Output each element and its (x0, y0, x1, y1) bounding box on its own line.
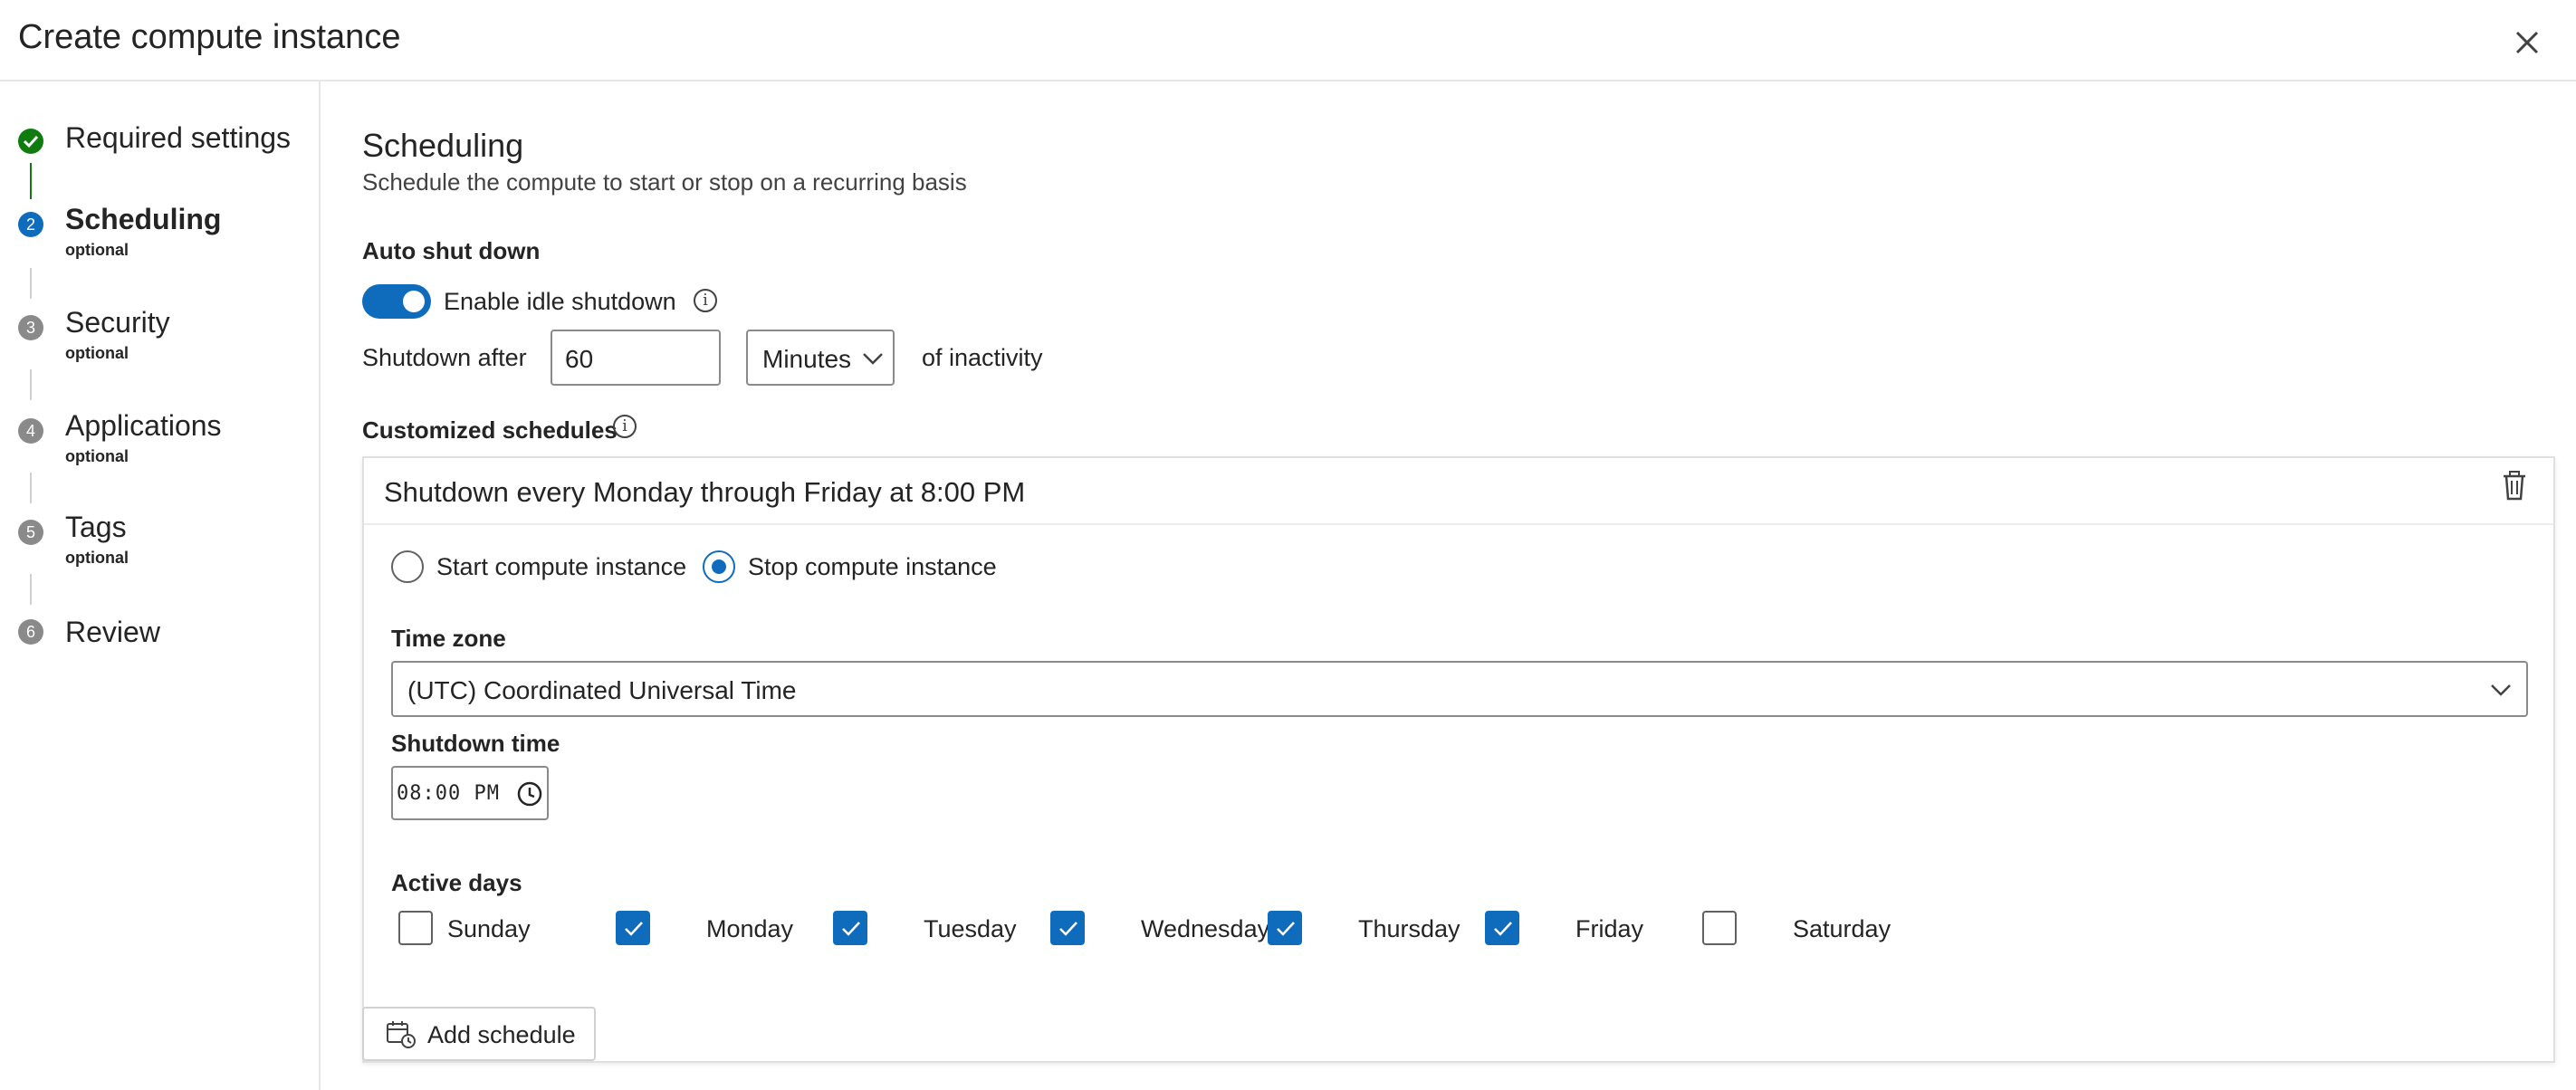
schedule-card-header: Shutdown every Monday through Friday at … (364, 458, 2553, 525)
checkmark-icon (18, 129, 43, 154)
tuesday-checkbox[interactable] (833, 911, 867, 945)
start-compute-label: Start compute instance (436, 553, 687, 580)
friday-checkbox[interactable] (1485, 911, 1519, 945)
step-sublabel: optional (65, 549, 129, 567)
section-title: Scheduling (362, 127, 524, 164)
start-compute-radio[interactable] (391, 550, 424, 583)
info-icon[interactable]: i (613, 415, 637, 438)
stop-compute-label: Stop compute instance (748, 553, 997, 580)
close-button[interactable] (2510, 25, 2544, 60)
step-connector (30, 163, 32, 199)
step-security[interactable]: 3 Security optional (0, 306, 321, 369)
stop-compute-radio[interactable] (703, 550, 735, 583)
shutdown-after-value: 60 (565, 345, 594, 373)
close-icon (2515, 31, 2539, 54)
step-label: Tags (65, 511, 127, 543)
step-connector (30, 473, 32, 503)
dialog-title: Create compute instance (18, 18, 401, 56)
timezone-value: (UTC) Coordinated Universal Time (407, 676, 797, 704)
step-tags[interactable]: 5 Tags optional (0, 511, 321, 574)
timezone-dropdown[interactable]: (UTC) Coordinated Universal Time (391, 661, 2528, 717)
sunday-checkbox[interactable] (398, 911, 433, 945)
add-schedule-label: Add schedule (427, 1021, 576, 1048)
step-label: Applications (65, 409, 222, 442)
step-number: 5 (18, 520, 43, 545)
step-required-settings[interactable]: Required settings (0, 121, 321, 167)
trash-icon[interactable] (2501, 471, 2528, 502)
step-number: 6 (18, 619, 43, 645)
thursday-label: Thursday (1358, 915, 1460, 942)
chevron-down-icon (863, 353, 883, 365)
section-description: Schedule the compute to start or stop on… (362, 168, 967, 196)
wednesday-label: Wednesday (1141, 915, 1270, 942)
step-number: 2 (18, 212, 43, 237)
friday-label: Friday (1575, 915, 1644, 942)
chevron-down-icon (2491, 684, 2511, 696)
step-sublabel: optional (65, 447, 129, 465)
shutdown-time-value: 08:00 PM (397, 782, 500, 805)
wednesday-checkbox[interactable] (1050, 911, 1085, 945)
tuesday-label: Tuesday (924, 915, 1017, 942)
step-sublabel: optional (65, 241, 129, 259)
saturday-checkbox[interactable] (1702, 911, 1737, 945)
shutdown-after-input[interactable]: 60 (551, 330, 721, 386)
shutdown-time-input[interactable]: 08:00 PM (391, 766, 549, 820)
step-label: Scheduling (65, 203, 222, 235)
step-label: Security (65, 306, 170, 339)
unit-value: Minutes (762, 345, 852, 373)
sunday-label: Sunday (447, 915, 531, 942)
calendar-add-icon (387, 1021, 416, 1048)
timezone-label: Time zone (391, 625, 506, 652)
step-label: Review (65, 616, 160, 648)
customized-schedules-heading: Customized schedules (362, 416, 618, 444)
step-applications[interactable]: 4 Applications optional (0, 409, 321, 473)
idle-shutdown-toggle[interactable] (362, 284, 431, 319)
shutdown-time-label: Shutdown time (391, 730, 560, 757)
step-review[interactable]: 6 Review (0, 616, 321, 661)
toggle-label: Enable idle shutdown (444, 288, 676, 315)
dialog-header: Create compute instance (0, 0, 2576, 81)
saturday-label: Saturday (1793, 915, 1891, 942)
thursday-checkbox[interactable] (1268, 911, 1302, 945)
clock-icon[interactable] (516, 780, 543, 808)
schedule-card: Shutdown every Monday through Friday at … (362, 456, 2555, 1063)
shutdown-after-label: Shutdown after (362, 344, 527, 371)
active-days-label: Active days (391, 869, 522, 896)
step-number: 4 (18, 418, 43, 444)
main-panel: Scheduling Schedule the compute to start… (321, 81, 2576, 1090)
step-connector (30, 369, 32, 400)
step-connector (30, 268, 32, 299)
step-number: 3 (18, 315, 43, 340)
info-icon[interactable]: i (694, 289, 717, 312)
inactivity-suffix: of inactivity (922, 344, 1043, 371)
unit-dropdown[interactable]: Minutes (746, 330, 895, 386)
wizard-steps: Required settings 2 Scheduling optional … (0, 81, 321, 1090)
step-sublabel: optional (65, 344, 129, 362)
step-scheduling[interactable]: 2 Scheduling optional (0, 203, 321, 266)
add-schedule-button[interactable]: Add schedule (362, 1007, 596, 1061)
step-connector (30, 574, 32, 605)
monday-label: Monday (706, 915, 794, 942)
step-label: Required settings (65, 121, 292, 154)
schedule-title: Shutdown every Monday through Friday at … (384, 476, 1026, 508)
monday-checkbox[interactable] (616, 911, 650, 945)
auto-shutdown-heading: Auto shut down (362, 237, 541, 264)
